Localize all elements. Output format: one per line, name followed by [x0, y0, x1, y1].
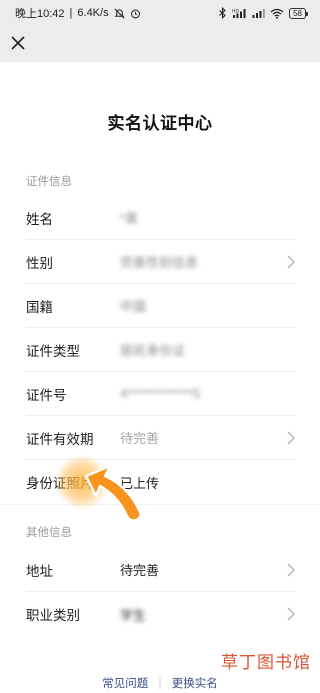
- row-label-id-validity: 证件有效期: [26, 431, 94, 447]
- battery-icon: 58: [289, 7, 308, 19]
- chevron-right-icon: [287, 607, 295, 621]
- row-value-id-type: 居民身份证: [120, 343, 186, 358]
- signal-icon: [252, 8, 265, 19]
- row-value-id-validity: 待完善: [120, 431, 160, 446]
- row-name: 姓名 *昊: [26, 196, 296, 240]
- row-id-validity[interactable]: 证件有效期 待完善: [26, 416, 296, 460]
- pointer-arrow-icon: [84, 464, 142, 522]
- row-label-nationality: 国籍: [26, 299, 53, 315]
- section-header-id-info: 证件信息: [26, 176, 72, 188]
- close-button[interactable]: [8, 33, 28, 53]
- footer-links: 常见问题 | 更换实名: [0, 675, 320, 691]
- wifi-icon: [270, 8, 284, 19]
- hd-signal-icon: HD: [232, 8, 247, 19]
- status-left: 晚上10:42 | 6.4K/s: [15, 5, 141, 21]
- row-value-name: *昊: [120, 211, 139, 226]
- row-value-nationality: 中国: [120, 299, 147, 314]
- divider: [0, 504, 320, 505]
- faq-link[interactable]: 常见问题: [102, 678, 148, 690]
- status-separator: |: [69, 7, 73, 19]
- chevron-right-icon: [287, 255, 295, 269]
- footer-separator: |: [158, 678, 162, 690]
- section-header-other-info: 其他信息: [26, 527, 72, 539]
- row-value-id-number: 4*************5: [120, 386, 201, 401]
- row-label-id-number: 证件号: [26, 387, 67, 403]
- row-value-occupation: 学生: [120, 607, 147, 623]
- row-id-number: 证件号 4*************5: [26, 372, 296, 416]
- change-name-link[interactable]: 更换实名: [172, 678, 218, 690]
- row-label-id-type: 证件类型: [26, 343, 80, 359]
- page-title: 实名认证中心: [107, 114, 213, 133]
- row-gender[interactable]: 性别 完善性别信息: [26, 240, 296, 284]
- status-net-speed: 6.4K/s: [77, 7, 109, 19]
- top-nav-bar: [0, 26, 320, 62]
- mute-icon: [114, 8, 125, 19]
- close-icon: [11, 36, 25, 50]
- chevron-right-icon: [287, 431, 295, 445]
- row-label-occupation: 职业类别: [26, 608, 80, 623]
- bluetooth-icon: [218, 7, 227, 19]
- status-right: HD 58: [218, 7, 308, 19]
- row-occupation[interactable]: 职业类别 学生: [26, 592, 296, 636]
- row-address[interactable]: 地址 待完善: [26, 548, 296, 592]
- watermark: 草丁图书馆: [221, 653, 311, 673]
- chevron-right-icon: [287, 563, 295, 577]
- row-value-address: 待完善: [120, 563, 160, 578]
- row-label-name: 姓名: [26, 211, 53, 227]
- alarm-icon: [130, 8, 141, 19]
- status-bar: 晚上10:42 | 6.4K/s HD 58: [0, 0, 320, 26]
- row-label-gender: 性别: [26, 255, 53, 271]
- row-label-address: 地址: [26, 563, 53, 579]
- status-time: 晚上10:42: [15, 8, 65, 20]
- row-nationality: 国籍 中国: [26, 284, 296, 328]
- row-id-type: 证件类型 居民身份证: [26, 328, 296, 372]
- row-value-gender: 完善性别信息: [120, 255, 199, 270]
